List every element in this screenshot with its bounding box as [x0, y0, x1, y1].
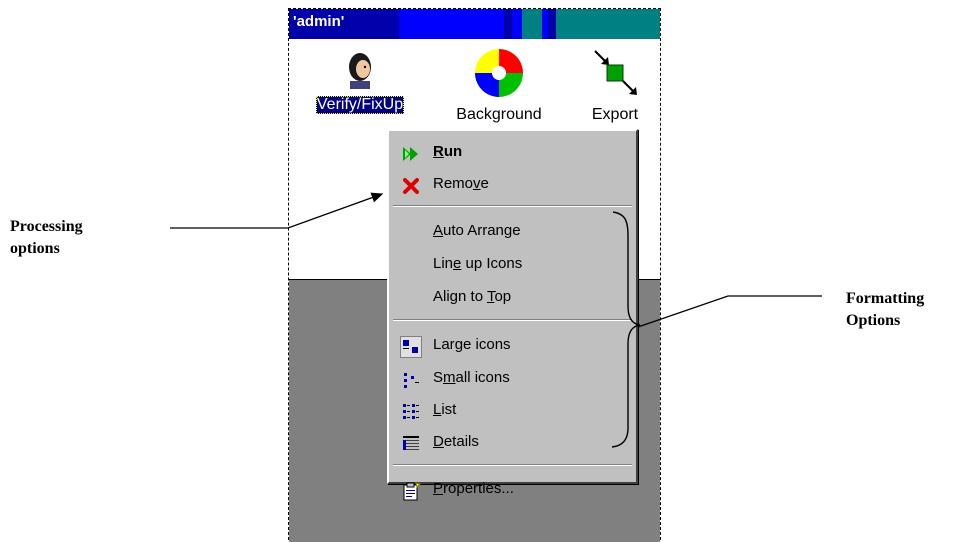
processing-callout-arrow: [170, 192, 384, 229]
formatting-callout-line: [637, 295, 822, 328]
formatting-brace: [611, 211, 641, 448]
annotation-callouts: [170, 192, 822, 448]
